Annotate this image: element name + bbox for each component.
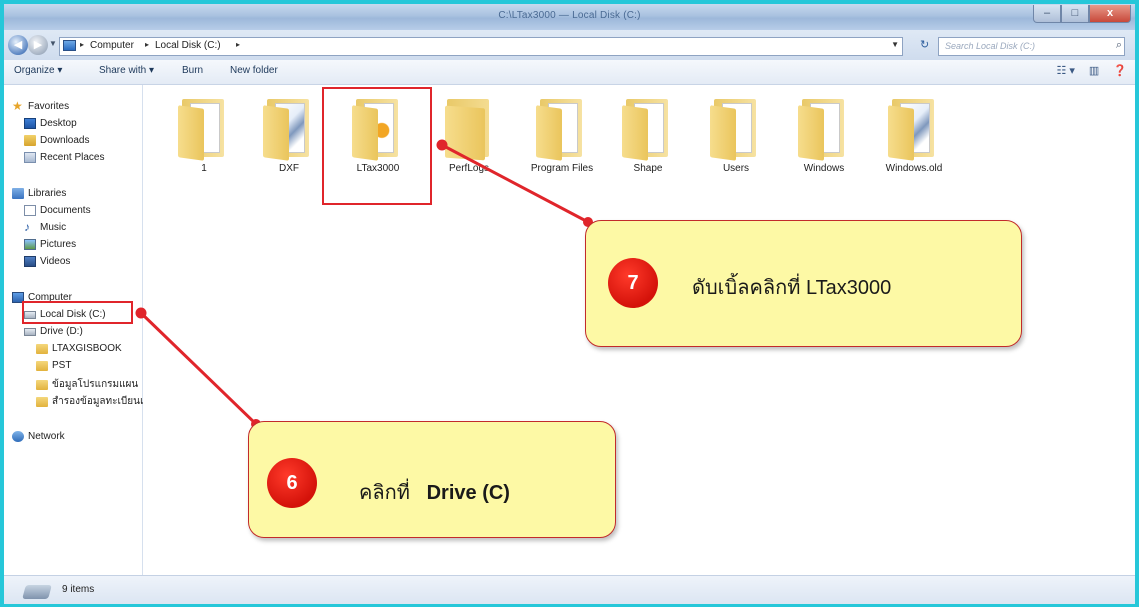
callout-text-6-bold: Drive (C) [426, 482, 510, 504]
folder-item[interactable]: Shape [608, 97, 688, 192]
nav-documents[interactable]: Documents [24, 205, 91, 216]
folder-icon [622, 105, 648, 161]
folder-item[interactable]: 1 [164, 97, 244, 192]
callout-step-7: 7 ดับเบิ้ลคลิกที่ LTax3000 [585, 220, 1022, 347]
chevron-down-icon: ▼ [49, 39, 57, 48]
libraries-icon [12, 188, 24, 199]
nav-drive-d[interactable]: Drive (D:) [24, 326, 83, 337]
recent-places-icon [24, 152, 36, 163]
folder-icon [888, 105, 914, 161]
callout-text-7: ดับเบิ้ลคลิกที่ LTax3000 [692, 277, 892, 299]
folder-icon [36, 379, 48, 390]
arrow-left-icon: ◀ [13, 39, 23, 51]
share-with-button[interactable]: Share with ▾ [99, 65, 154, 76]
highlight-ltax3000 [322, 87, 432, 205]
forward-button[interactable]: ▶ [28, 35, 48, 55]
address-dropdown-icon[interactable]: ▼ [891, 40, 899, 49]
organize-button[interactable]: Organize ▾ [14, 65, 62, 76]
step-badge-7: 7 [608, 258, 658, 308]
folder-item[interactable]: Users [696, 97, 776, 192]
refresh-icon[interactable]: ↻ [920, 38, 929, 51]
folder-icon [36, 360, 48, 371]
new-folder-button[interactable]: New folder [230, 65, 278, 76]
folder-icon [710, 105, 736, 161]
music-icon: ♪ [24, 220, 30, 234]
hard-disk-icon [22, 585, 52, 599]
breadcrumb-separator-icon[interactable]: ▸ [236, 40, 240, 49]
folder-item[interactable]: Windows [784, 97, 864, 192]
nav-recent-places[interactable]: Recent Places [24, 152, 104, 163]
nav-desktop[interactable]: Desktop [24, 118, 77, 129]
folder-item[interactable]: PerfLogs [429, 97, 509, 192]
preview-pane-icon[interactable]: ▥ [1089, 64, 1099, 77]
callout-step-6: 6 คลิกที่ Drive (C) [248, 421, 616, 538]
videos-icon [24, 256, 36, 267]
breadcrumb-computer[interactable]: Computer [90, 40, 134, 51]
callout-text-6: คลิกที่ Drive (C) [359, 476, 510, 508]
step-badge-6: 6 [267, 458, 317, 508]
folder-icon [536, 105, 562, 161]
address-row: ◀ ▶ ▼ ▸ Computer ▸ Local Disk (C:) ▸ ▼ ↻… [4, 30, 1135, 60]
search-icon[interactable]: ⌕ [1116, 39, 1122, 52]
back-button[interactable]: ◀ [8, 35, 28, 55]
pictures-icon [24, 239, 36, 250]
folder-icon [445, 105, 485, 161]
computer-icon [63, 40, 76, 51]
title-bar[interactable]: C:\LTax3000 — Local Disk (C:) – □ x [4, 4, 1135, 30]
status-bar: 9 items [4, 575, 1135, 604]
star-icon: ★ [12, 99, 23, 113]
folder-item[interactable]: Windows.old [874, 97, 954, 192]
breadcrumb-local-disk[interactable]: Local Disk (C:) [155, 40, 221, 51]
view-options-icon[interactable]: ☷ ▾ [1056, 64, 1074, 77]
breadcrumb-separator-icon[interactable]: ▸ [80, 40, 84, 49]
nav-downloads[interactable]: Downloads [24, 135, 89, 146]
documents-icon [24, 205, 36, 216]
nav-music[interactable]: ♪ Music [24, 220, 66, 234]
nav-videos[interactable]: Videos [24, 256, 70, 267]
network-icon [12, 431, 24, 442]
command-bar: Organize ▾ Share with ▾ Burn New folder … [4, 60, 1135, 85]
folder-icon [36, 396, 48, 407]
nav-thai-folder-2[interactable]: สำรองข้อมูลทะเบียนแ [36, 394, 146, 409]
folder-icon [798, 105, 824, 161]
hard-disk-icon [24, 327, 36, 336]
nav-pictures[interactable]: Pictures [24, 239, 76, 250]
nav-thai-folder-1[interactable]: ข้อมูลโปรแกรมแผน [36, 377, 138, 392]
nav-ltaxgisbook[interactable]: LTAXGISBOOK [36, 343, 122, 354]
nav-pst[interactable]: PST [36, 360, 71, 371]
search-input[interactable]: Search Local Disk (C:) ⌕ [938, 37, 1125, 56]
item-count: 9 items [62, 584, 95, 595]
callout-text-6-prefix: คลิกที่ [359, 482, 410, 504]
nav-network[interactable]: Network [12, 431, 65, 442]
help-icon[interactable]: ❓ [1113, 64, 1127, 77]
navigation-pane: ★ Favorites Desktop Downloads Recent Plac… [4, 85, 146, 575]
search-placeholder: Search Local Disk (C:) [945, 41, 1036, 51]
arrow-right-icon: ▶ [33, 39, 43, 51]
highlight-local-disk [22, 301, 133, 324]
close-button[interactable]: x [1089, 5, 1131, 23]
minimize-button[interactable]: – [1033, 5, 1061, 23]
folder-item[interactable]: Program Files [522, 97, 602, 192]
address-bar[interactable]: ▸ Computer ▸ Local Disk (C:) ▸ ▼ [59, 37, 903, 56]
maximize-button[interactable]: □ [1061, 5, 1089, 23]
nav-libraries[interactable]: Libraries [12, 188, 66, 199]
folder-item[interactable]: DXF [249, 97, 329, 192]
recent-pages-dropdown[interactable]: ▼ [49, 39, 57, 48]
breadcrumb-separator-icon[interactable]: ▸ [145, 40, 149, 49]
folder-label: Windows.old [885, 163, 943, 174]
folder-icon [36, 343, 48, 354]
desktop-icon [24, 118, 36, 129]
window-title: C:\LTax3000 — Local Disk (C:) [498, 10, 641, 21]
burn-button[interactable]: Burn [182, 65, 203, 76]
folder-icon [178, 105, 204, 161]
folder-icon [263, 105, 289, 161]
downloads-icon [24, 135, 36, 146]
nav-favorites[interactable]: ★ Favorites [12, 99, 69, 113]
